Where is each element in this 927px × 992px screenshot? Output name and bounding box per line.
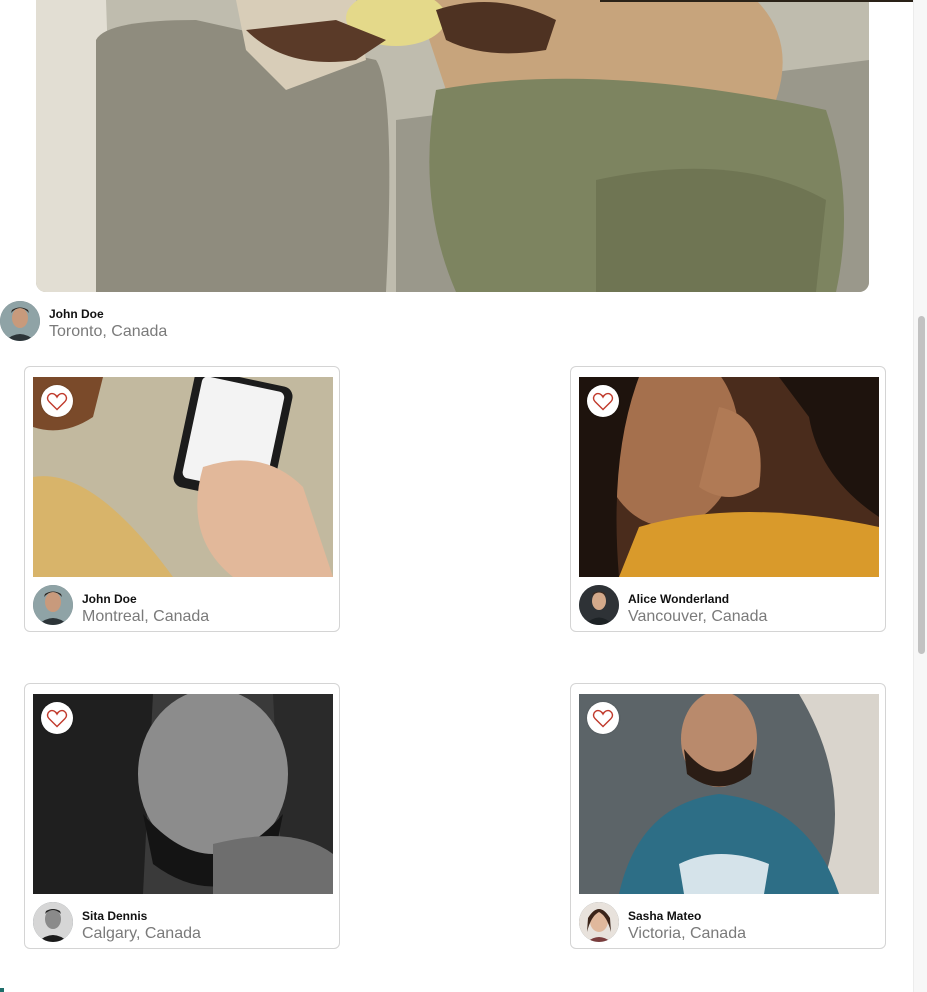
- avatar-image: [579, 585, 619, 625]
- post-photo[interactable]: [579, 377, 879, 577]
- heart-outline-icon: [592, 709, 614, 728]
- hero-photo[interactable]: [36, 0, 869, 292]
- post-photo[interactable]: [579, 694, 879, 894]
- avatar-image: [0, 301, 40, 341]
- author-location: Calgary, Canada: [82, 925, 201, 942]
- like-button[interactable]: [41, 702, 73, 734]
- vertical-scrollbar[interactable]: [913, 0, 927, 992]
- author-name[interactable]: John Doe: [49, 307, 104, 321]
- avatar[interactable]: [579, 585, 619, 625]
- like-button[interactable]: [587, 385, 619, 417]
- top-edge-line: [600, 0, 927, 2]
- like-button[interactable]: [587, 702, 619, 734]
- post-card[interactable]: John Doe Montreal, Canada: [24, 366, 340, 632]
- post-card[interactable]: Sita Dennis Calgary, Canada: [24, 683, 340, 949]
- hero-photo-image: [36, 0, 869, 292]
- post-card[interactable]: Sasha Mateo Victoria, Canada: [570, 683, 886, 949]
- avatar-image: [579, 902, 619, 942]
- post-photo-image: [579, 377, 879, 577]
- heart-outline-icon: [592, 392, 614, 411]
- avatar[interactable]: [33, 902, 73, 942]
- author-name[interactable]: Alice Wonderland: [628, 592, 729, 606]
- author-name[interactable]: Sasha Mateo: [628, 909, 701, 923]
- avatar-image: [33, 585, 73, 625]
- heart-outline-icon: [46, 709, 68, 728]
- heart-outline-icon: [46, 392, 68, 411]
- author-location: Victoria, Canada: [628, 925, 746, 942]
- avatar-image: [33, 902, 73, 942]
- post-photo-image: [579, 694, 879, 894]
- avatar[interactable]: [33, 585, 73, 625]
- post-photo-image: [33, 377, 333, 577]
- post-photo-image: [33, 694, 333, 894]
- scrollbar-thumb[interactable]: [918, 316, 925, 654]
- like-button[interactable]: [41, 385, 73, 417]
- author-location: Vancouver, Canada: [628, 608, 768, 625]
- avatar[interactable]: [0, 301, 40, 341]
- author-location: Toronto, Canada: [49, 323, 168, 340]
- post-photo[interactable]: [33, 377, 333, 577]
- avatar[interactable]: [579, 902, 619, 942]
- author-name[interactable]: John Doe: [82, 592, 137, 606]
- author-location: Montreal, Canada: [82, 608, 210, 625]
- post-card[interactable]: Alice Wonderland Vancouver, Canada: [570, 366, 886, 632]
- author-name[interactable]: Sita Dennis: [82, 909, 147, 923]
- post-photo[interactable]: [33, 694, 333, 894]
- window-corner: [0, 988, 4, 992]
